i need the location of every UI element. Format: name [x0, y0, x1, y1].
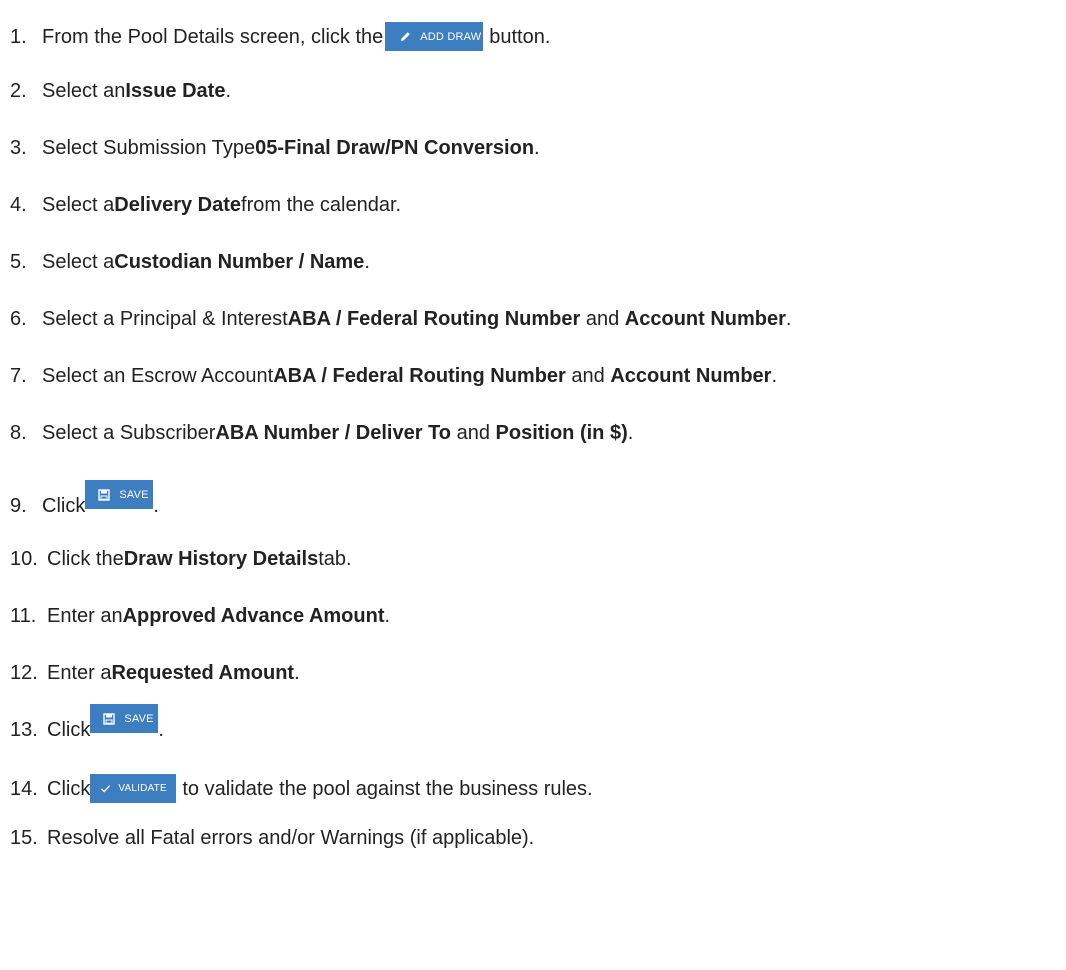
step-number: 11.: [10, 605, 37, 627]
step-emphasis: Issue Date: [125, 80, 226, 102]
step-number: 9.: [10, 495, 27, 517]
save-button[interactable]: SAVE: [85, 480, 154, 509]
step-text: Click: [47, 777, 91, 800]
step-text: and: [451, 422, 496, 444]
step-text: .: [785, 308, 792, 330]
step-text: Select a: [42, 251, 115, 273]
step-number: 14.: [10, 777, 38, 800]
step-emphasis: ABA / Federal Routing Number: [287, 308, 581, 330]
step-6: 6. Select a Principal & Interest ABA / F…: [10, 307, 791, 331]
step-number: 5.: [10, 251, 27, 273]
step-emphasis: Requested Amount: [111, 662, 295, 684]
step-emphasis: Account Number: [624, 308, 786, 330]
step-text: .: [627, 422, 634, 444]
step-emphasis: Account Number: [610, 365, 772, 387]
step-text: .: [294, 662, 300, 684]
step-10: 10. Click the Draw History Details tab.: [10, 547, 352, 571]
step-15: 15. Resolve all Fatal errors and/or Warn…: [10, 826, 534, 850]
step-text: Select an Escrow Account: [42, 365, 274, 387]
instruction-list: 1. From the Pool Details screen, click t…: [10, 0, 1066, 970]
step-9: 9. Click SAVE .: [10, 478, 159, 518]
save-label: SAVE: [124, 712, 154, 725]
add-draw-label: ADD DRAW: [420, 30, 482, 43]
step-5: 5. Select a Custodian Number / Name.: [10, 250, 370, 274]
step-number: 6.: [10, 308, 27, 330]
step-14: 14. Click VALIDATE to validate the pool …: [10, 774, 593, 803]
step-1: 1. From the Pool Details screen, click t…: [10, 22, 550, 51]
save-icon: [103, 712, 116, 725]
step-number: 13.: [10, 719, 38, 741]
step-emphasis: Draw History Details: [123, 548, 319, 570]
step-11: 11. Enter an Approved Advance Amount.: [10, 604, 390, 628]
step-text: From the Pool Details screen, click the: [42, 25, 384, 48]
step-2: 2. Select an Issue Date.: [10, 79, 231, 103]
step-text: .: [158, 719, 164, 741]
step-13: 13. Click SAVE .: [10, 702, 164, 742]
step-emphasis: Delivery Date: [114, 194, 242, 216]
check-icon: [100, 783, 111, 794]
step-8: 8. Select a Subscriber ABA Number / Deli…: [10, 421, 633, 445]
step-text: Click: [42, 495, 86, 517]
validate-button[interactable]: VALIDATE: [90, 774, 177, 803]
step-text: Click the: [47, 548, 124, 570]
pencil-icon: [399, 31, 411, 43]
save-label: SAVE: [119, 488, 149, 501]
step-text: button.: [489, 25, 551, 48]
step-text: and: [580, 308, 625, 330]
step-text: to validate the pool against the busines…: [182, 777, 593, 800]
step-number: 3.: [10, 137, 27, 159]
step-number: 1.: [10, 25, 27, 48]
step-emphasis: Position (in $): [495, 422, 628, 444]
step-emphasis: Approved Advance Amount: [122, 605, 385, 627]
step-text: Click: [47, 719, 91, 741]
step-text: Resolve all Fatal errors and/or Warnings…: [47, 827, 535, 849]
step-emphasis: Custodian Number / Name: [114, 251, 365, 273]
save-button[interactable]: SAVE: [90, 704, 159, 733]
step-text: .: [153, 495, 159, 517]
step-text: Select a: [42, 194, 115, 216]
step-number: 7.: [10, 365, 27, 387]
step-text: Select an: [42, 80, 126, 102]
step-3: 3. Select Submission Type 05-Final Draw/…: [10, 136, 540, 160]
step-text: Select Submission Type: [42, 137, 256, 159]
step-number: 12.: [10, 662, 38, 684]
step-number: 2.: [10, 80, 27, 102]
step-text: .: [364, 251, 370, 273]
step-text: .: [225, 80, 232, 102]
step-text: Enter an: [47, 605, 123, 627]
step-number: 15.: [10, 827, 38, 849]
step-7: 7. Select an Escrow Account ABA / Federa…: [10, 364, 777, 388]
step-text: Enter a: [47, 662, 112, 684]
step-text: Select a Subscriber: [42, 422, 216, 444]
save-icon: [98, 488, 111, 501]
step-12: 12. Enter a Requested Amount.: [10, 661, 300, 685]
add-draw-button[interactable]: ADD DRAW: [385, 22, 484, 51]
step-emphasis: 05-Final Draw/PN Conversion: [255, 137, 535, 159]
step-number: 4.: [10, 194, 27, 216]
step-text: .: [771, 365, 778, 387]
step-4: 4. Select a Delivery Date from the calen…: [10, 193, 401, 217]
step-text: .: [534, 137, 540, 159]
step-text: .: [384, 605, 391, 627]
step-text: and: [565, 365, 611, 387]
validate-label: VALIDATE: [118, 782, 167, 794]
step-number: 8.: [10, 422, 27, 444]
step-text: Select a Principal & Interest: [42, 308, 288, 330]
step-emphasis: ABA / Federal Routing Number: [273, 365, 566, 387]
step-number: 10.: [10, 548, 38, 570]
step-emphasis: ABA Number / Deliver To: [215, 422, 452, 444]
step-text: tab.: [318, 548, 352, 570]
step-text: from the calendar.: [241, 194, 402, 216]
